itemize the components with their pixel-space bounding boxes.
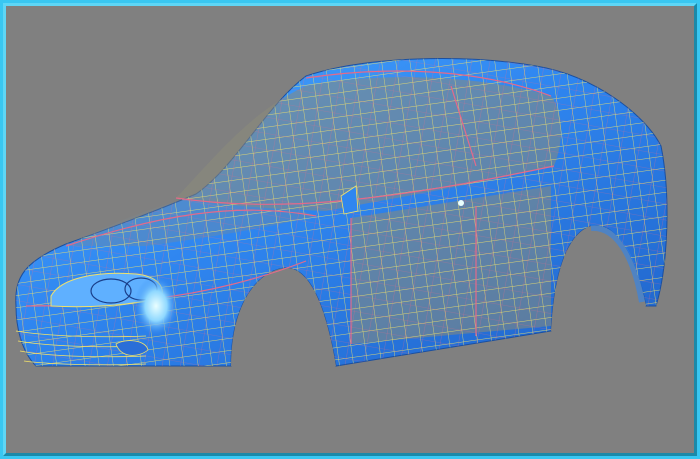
door-handle (458, 200, 464, 206)
car-model-render[interactable] (6, 6, 694, 453)
cad-window-frame (0, 0, 700, 459)
3d-viewport[interactable] (6, 6, 694, 453)
specular-highlight (134, 276, 178, 336)
